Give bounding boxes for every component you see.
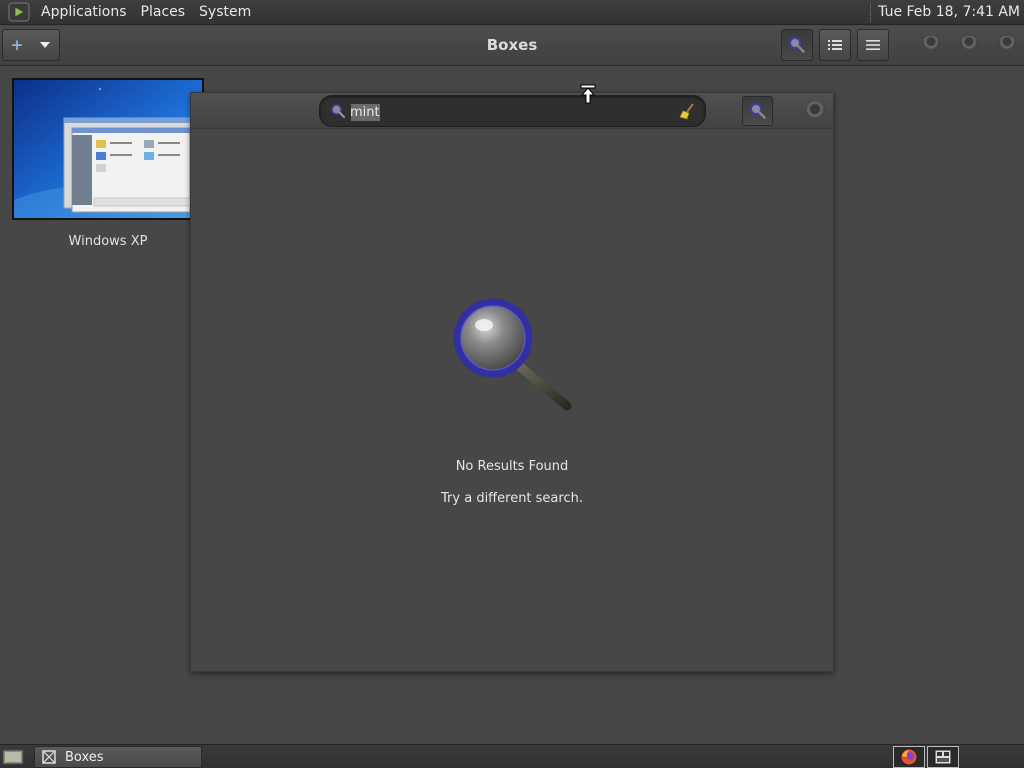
menu-places[interactable]: Places (134, 0, 193, 25)
firefox-icon (901, 749, 917, 765)
boxes-app-icon (42, 750, 56, 764)
empty-state-title: No Results Found (455, 459, 569, 474)
empty-state-subtitle: Try a different search. (441, 491, 583, 506)
tray-firefox[interactable] (893, 746, 925, 768)
new-box-button[interactable]: + (2, 29, 60, 61)
taskbar-item-label: Boxes (65, 749, 104, 765)
magnifier-icon (453, 298, 572, 411)
broom-clear-icon[interactable] (679, 102, 697, 120)
box-thumbnail-windows-xp[interactable] (12, 78, 204, 220)
main-menu-button[interactable] (857, 29, 889, 61)
search-input[interactable] (350, 102, 670, 122)
mint-logo-icon[interactable] (8, 2, 30, 22)
minimize-button[interactable] (922, 36, 940, 50)
chevron-down-icon (31, 42, 59, 48)
hamburger-menu-icon (866, 40, 880, 50)
search-popup-toolbar (191, 93, 833, 129)
header-bar: + Boxes (0, 26, 1024, 66)
search-toggle-button[interactable] (781, 29, 813, 61)
clock[interactable]: Tue Feb 18, 7:41 AM (878, 4, 1024, 20)
top-panel: Applications Places System Tue Feb 18, 7… (0, 0, 1024, 25)
tray-keyboard-layout[interactable] (927, 746, 959, 768)
panel-separator (870, 2, 872, 22)
search-popup: No Results Found Try a different search. (190, 92, 834, 672)
list-view-button[interactable] (819, 29, 851, 61)
search-icon (331, 104, 345, 118)
windows-xp-screenshot (14, 80, 202, 218)
keyboard-layout-icon (934, 749, 952, 765)
mouse-cursor-icon (580, 84, 596, 104)
box-name-label[interactable]: Windows XP (12, 234, 204, 249)
search-popup-toggle-button[interactable] (742, 96, 773, 126)
search-icon (749, 103, 766, 119)
search-icon (789, 37, 805, 53)
list-view-icon (828, 40, 842, 50)
popup-close-button[interactable] (805, 101, 825, 119)
taskbar-item-boxes[interactable]: Boxes (34, 746, 202, 768)
menu-applications[interactable]: Applications (34, 0, 134, 25)
plus-icon: + (10, 36, 24, 54)
bottom-panel: Boxes (0, 744, 1024, 768)
close-button[interactable] (998, 36, 1016, 50)
search-entry[interactable] (319, 95, 706, 127)
maximize-button[interactable] (960, 36, 978, 50)
show-desktop-icon[interactable] (2, 748, 24, 766)
menu-system[interactable]: System (192, 0, 258, 25)
